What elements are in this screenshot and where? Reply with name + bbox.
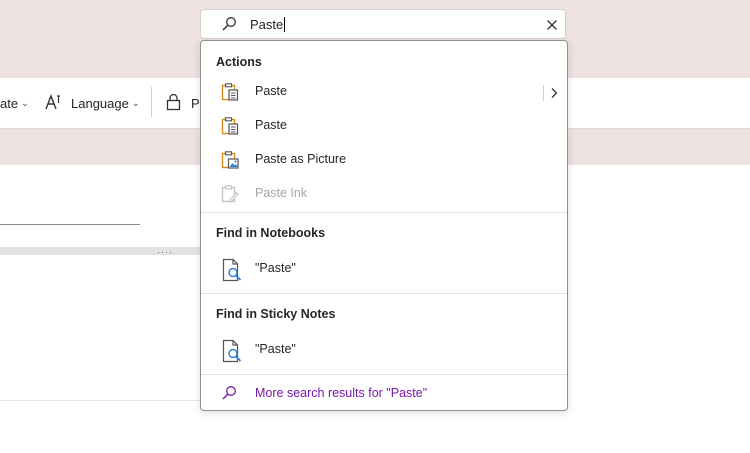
page-search-icon <box>221 339 245 368</box>
splitter-handle-icon: ···· <box>157 247 173 257</box>
ribbon-item-label: ate <box>0 95 19 111</box>
ribbon-item-password[interactable]: P <box>166 78 200 128</box>
action-label: Paste as Picture <box>255 152 347 166</box>
page-search-icon <box>221 258 245 287</box>
find-in-sticky-notes-result[interactable]: "Paste" <box>201 333 567 367</box>
find-in-notebooks-result[interactable]: "Paste" <box>201 252 567 286</box>
action-label: Paste <box>255 84 287 98</box>
section-title-find-in-notebooks: Find in Notebooks <box>216 226 326 240</box>
chevron-down-icon: ⌄ <box>131 97 140 108</box>
result-label: "Paste" <box>255 261 296 275</box>
action-label: Paste Ink <box>255 186 308 200</box>
chevron-down-icon: ⌄ <box>21 97 29 108</box>
result-label: "Paste" <box>255 342 296 356</box>
paste-icon <box>221 83 239 106</box>
search-input-value: Paste <box>250 17 284 32</box>
action-paste-with-options[interactable]: Paste <box>201 75 567 109</box>
section-title-actions: Actions <box>216 55 262 69</box>
page-title-underline <box>0 224 140 225</box>
search-input[interactable]: Paste <box>250 17 286 32</box>
paste-icon <box>221 117 239 140</box>
more-results-label: More search results for "Paste" <box>255 386 428 400</box>
submenu-separator <box>543 85 544 101</box>
ribbon-separator <box>151 87 152 117</box>
section-divider <box>201 293 567 294</box>
close-icon[interactable] <box>546 18 558 36</box>
action-paste-ink: Paste Ink <box>201 177 567 211</box>
section-divider <box>201 374 567 375</box>
search-icon <box>221 385 237 406</box>
text-caret <box>284 17 286 32</box>
page-divider <box>0 400 200 401</box>
action-paste[interactable]: Paste <box>201 109 567 143</box>
more-search-results-link[interactable]: More search results for "Paste" <box>201 376 567 410</box>
ribbon-item-label: P <box>191 95 200 111</box>
search-icon <box>221 16 237 37</box>
language-icon <box>44 93 62 114</box>
search-results-dropdown: Actions Paste Paste Paste as Picture Pas… <box>200 40 568 411</box>
ribbon-item-label: Language <box>71 95 129 111</box>
section-title-find-in-sticky-notes: Find in Sticky Notes <box>216 307 336 321</box>
chevron-right-icon[interactable] <box>550 86 558 104</box>
ribbon-item-translate[interactable]: ate ⌄ <box>0 78 29 128</box>
paste-ink-icon <box>221 185 239 208</box>
action-label: Paste <box>255 118 287 132</box>
search-box[interactable]: Paste <box>200 9 566 39</box>
ribbon-item-language[interactable]: Language ⌄ <box>44 78 139 128</box>
action-paste-as-picture[interactable]: Paste as Picture <box>201 143 567 177</box>
lock-icon <box>166 93 181 114</box>
section-divider <box>201 212 567 213</box>
paste-picture-icon <box>221 151 239 174</box>
